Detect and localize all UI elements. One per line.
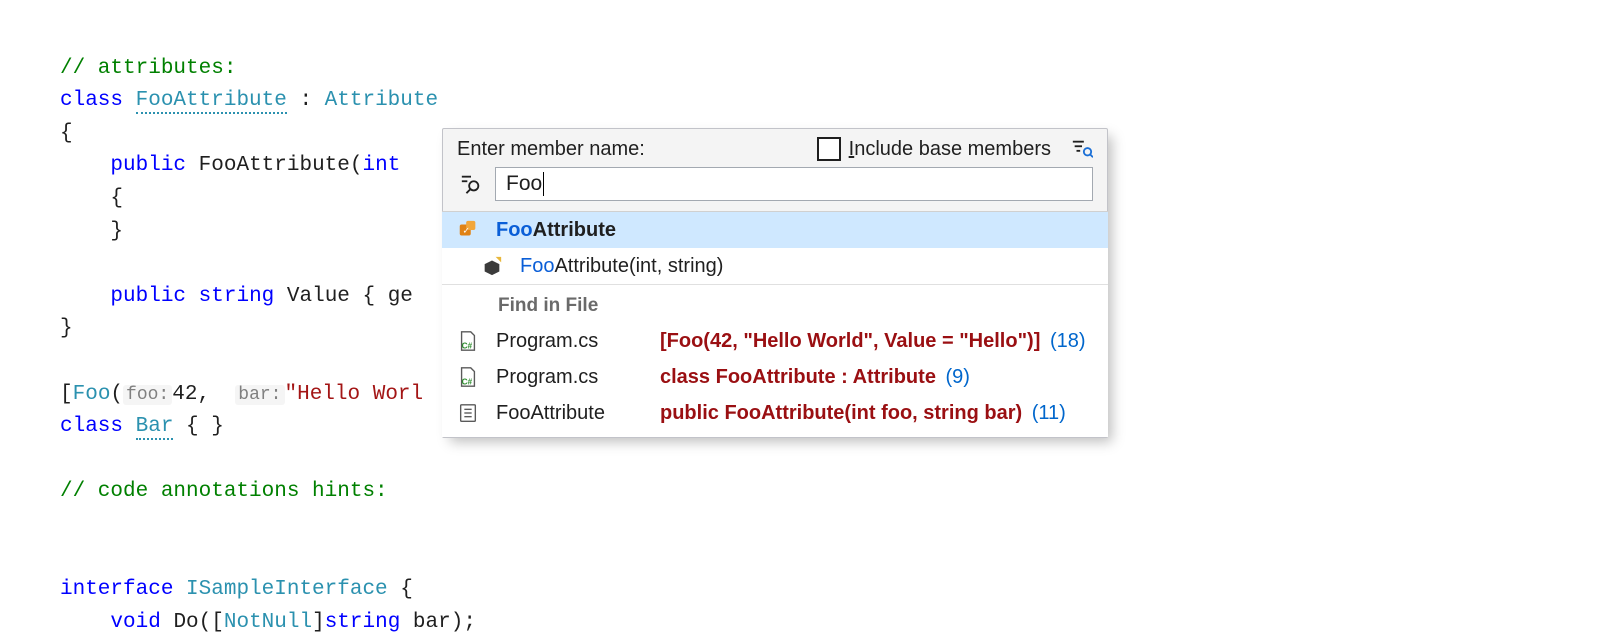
type-isampleinterface: ISampleInterface (186, 578, 388, 601)
svg-text:C#: C# (462, 342, 473, 351)
document-icon (454, 401, 482, 425)
search-icon (457, 167, 485, 201)
find-result-1[interactable]: C# Program.cs [Foo(42, "Hello World", Va… (442, 323, 1108, 359)
result-item-fooattribute[interactable]: ✓ FooAttribute (442, 212, 1108, 248)
goto-member-popup: Enter member name: Include base members … (442, 128, 1108, 438)
result-item-ctor[interactable]: FooAttribute(int, string) (442, 248, 1108, 284)
checkbox-box-icon (817, 137, 841, 161)
inlay-hint-bar: bar: (235, 385, 284, 405)
csharp-file-icon: C# (454, 329, 482, 353)
line-number: (11) (1032, 402, 1066, 424)
keyword-string: string (325, 611, 401, 634)
file-name: FooAttribute (496, 402, 646, 425)
code-editor[interactable]: // attributes: class FooAttribute : Attr… (0, 0, 476, 639)
keyword-int: int (363, 154, 401, 177)
result-match: Foo (520, 255, 554, 277)
keyword-interface: interface (60, 578, 173, 601)
file-name: Program.cs (496, 330, 646, 353)
file-name: Program.cs (496, 366, 646, 389)
file-match-text: class FooAttribute : Attribut (660, 366, 925, 388)
keyword-class: class (60, 89, 123, 112)
results-list: ✓ FooAttribute FooAttribute(int, string)… (442, 211, 1108, 437)
type-bar: Bar (136, 415, 174, 440)
line-number: (9) (946, 366, 970, 388)
csharp-file-icon: C# (454, 365, 482, 389)
find-result-2[interactable]: C# Program.cs class FooAttribute : Attri… (442, 359, 1108, 395)
attr-notnull: NotNull (224, 611, 312, 634)
comment: // code annotations hints: (60, 480, 388, 503)
attr-foo: Foo (73, 383, 111, 406)
keyword-public: public (110, 285, 186, 308)
type-fooattribute: FooAttribute (136, 89, 287, 114)
result-match: Foo (496, 219, 533, 241)
filter-icon[interactable] (1071, 138, 1093, 160)
svg-text:✓: ✓ (463, 226, 471, 236)
popup-label: Enter member name: (457, 138, 645, 161)
class-icon: ✓ (454, 218, 482, 242)
result-rest: Attribute(int, string) (554, 255, 723, 277)
string-literal: "Hello Worl (285, 383, 424, 406)
keyword-public: public (110, 154, 186, 177)
include-base-label: Include base members (849, 138, 1051, 161)
search-input[interactable]: Foo (495, 167, 1093, 201)
line-number: (18) (1050, 330, 1086, 352)
file-match-text: public FooAttribute(int foo, string bar (660, 402, 1016, 424)
keyword-string: string (199, 285, 275, 308)
keyword-void: void (110, 611, 160, 634)
result-rest: Attribute (533, 219, 616, 241)
include-base-checkbox[interactable]: Include base members (817, 137, 1051, 161)
find-result-3[interactable]: FooAttribute public FooAttribute(int foo… (442, 395, 1108, 431)
type-attribute: Attribute (325, 89, 438, 112)
method-icon (478, 254, 506, 278)
file-match-text: [Foo(42, "Hello World", Value = "Hello")… (660, 330, 1040, 352)
keyword-class: class (60, 415, 123, 438)
svg-text:C#: C# (462, 378, 473, 387)
section-find-in-file: Find in File (442, 284, 1108, 323)
inlay-hint-foo: foo: (123, 385, 172, 405)
comment: // attributes: (60, 57, 236, 80)
